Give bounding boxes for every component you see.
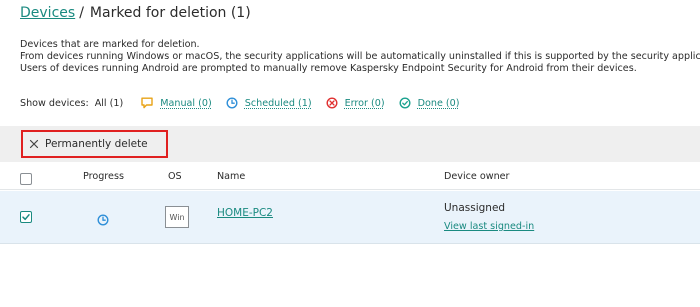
filter-all[interactable]: All (1) xyxy=(95,98,124,109)
filter-done[interactable]: Done (0) xyxy=(399,97,460,109)
column-header-os[interactable]: OS xyxy=(168,171,182,182)
filter-done-label: Done (0) xyxy=(417,97,460,109)
breadcrumb-separator: / xyxy=(79,5,84,21)
description-line: Devices that are marked for deletion. xyxy=(20,39,200,50)
column-header-name[interactable]: Name xyxy=(217,171,245,182)
breadcrumb: Devices / Marked for deletion (1) xyxy=(20,3,251,23)
description-line: From devices running Windows or macOS, t… xyxy=(20,51,700,62)
select-all-checkbox[interactable] xyxy=(20,173,32,185)
device-owner: Unassigned xyxy=(444,202,506,214)
page-title: Marked for deletion (1) xyxy=(89,5,251,21)
table-row[interactable]: Win HOME-PC2 Unassigned View last signed… xyxy=(0,191,700,244)
column-header-device-owner[interactable]: Device owner xyxy=(444,171,510,182)
description-line: Users of devices running Android are pro… xyxy=(20,63,637,74)
permanently-delete-label: Permanently delete xyxy=(45,138,148,150)
clock-icon xyxy=(226,97,238,109)
device-filter-bar: Show devices: All (1) Manual (0) Schedul… xyxy=(20,95,474,111)
row-checkbox[interactable] xyxy=(20,211,32,223)
filter-scheduled-label: Scheduled (1) xyxy=(244,97,312,109)
filter-label: Show devices: xyxy=(20,97,89,109)
filter-error[interactable]: Error (0) xyxy=(326,97,385,109)
filter-scheduled[interactable]: Scheduled (1) xyxy=(226,97,312,109)
os-windows-icon: Win xyxy=(165,206,189,228)
table-header: Progress OS Name Device owner xyxy=(0,167,700,190)
progress-clock-icon xyxy=(97,211,109,230)
check-circle-icon xyxy=(399,97,411,109)
filter-manual[interactable]: Manual (0) xyxy=(141,97,212,109)
action-toolbar: Permanently delete xyxy=(0,126,700,162)
close-icon xyxy=(29,139,39,149)
error-icon xyxy=(326,97,338,109)
filter-manual-label: Manual (0) xyxy=(160,97,212,109)
filter-error-label: Error (0) xyxy=(344,97,385,109)
breadcrumb-devices-link[interactable]: Devices xyxy=(20,5,75,21)
view-last-signed-in-link[interactable]: View last signed-in xyxy=(444,221,534,232)
page-description: Devices that are marked for deletion. Fr… xyxy=(20,39,700,75)
permanently-delete-button[interactable]: Permanently delete xyxy=(21,130,168,158)
column-header-progress[interactable]: Progress xyxy=(83,171,124,182)
device-name-link[interactable]: HOME-PC2 xyxy=(217,207,273,219)
comment-icon xyxy=(141,97,153,109)
checkmark-icon xyxy=(22,214,30,221)
